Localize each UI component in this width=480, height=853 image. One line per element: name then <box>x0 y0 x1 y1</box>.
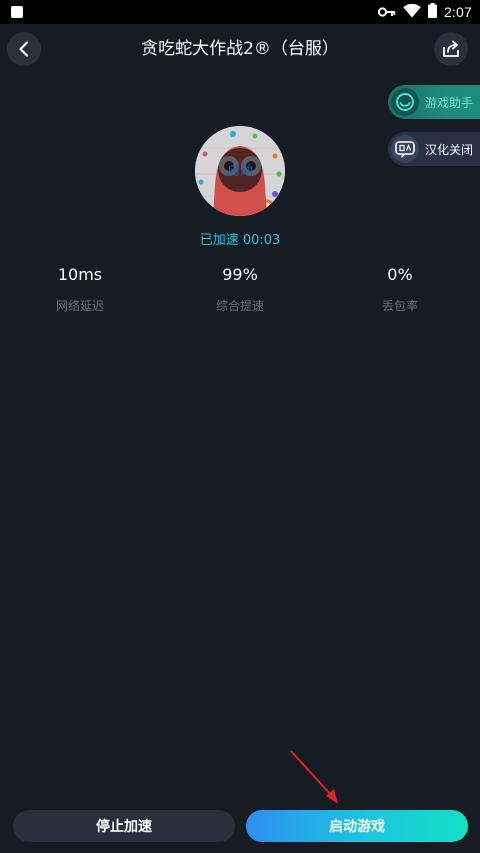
stat-network-latency: 10ms 网络延迟 <box>10 262 150 314</box>
launch-game-label: 启动游戏 <box>329 819 385 835</box>
share-icon <box>443 40 459 57</box>
share-button[interactable] <box>434 32 468 66</box>
acceleration-status: 已加速 00:03 <box>199 233 281 248</box>
app-screen: 2:07 贪吃蛇大作战2®（台服） 游戏助手 汉化关闭 启动 已加速 00:03… <box>0 0 480 853</box>
stat-packet-loss: 0% 丢包率 <box>330 262 470 314</box>
stat-speedup: 99% 综合提速 <box>170 262 310 314</box>
notification-square-icon <box>11 6 23 18</box>
stat-value: 0% <box>387 265 413 284</box>
wifi-icon <box>403 3 421 22</box>
stat-value: 10ms <box>57 265 103 284</box>
translate-icon <box>391 135 419 163</box>
chevron-left-icon <box>19 41 29 57</box>
assistant-icon <box>391 88 419 116</box>
stop-acceleration-button[interactable]: 停止加速 <box>13 810 235 842</box>
stat-label: 网络延迟 <box>55 299 104 313</box>
key-icon <box>377 3 396 22</box>
launch-overlay-label: 启动 <box>226 164 253 179</box>
stat-value: 99% <box>222 265 258 284</box>
launch-game-button[interactable]: 启动游戏 <box>246 810 468 842</box>
translation-toggle-button[interactable]: 汉化关闭 <box>388 132 480 166</box>
status-time: 2:07 <box>443 4 472 20</box>
page-title: 贪吃蛇大作战2®（台服） <box>141 39 339 59</box>
stop-acceleration-label: 停止加速 <box>96 819 152 835</box>
battery-icon <box>427 2 437 22</box>
translate-label: 汉化关闭 <box>425 142 474 157</box>
annotation-arrow-icon <box>290 750 338 804</box>
stat-label: 综合提速 <box>215 299 264 313</box>
assistant-label: 游戏助手 <box>425 95 474 110</box>
back-button[interactable] <box>7 32 41 66</box>
stat-label: 丢包率 <box>381 299 418 313</box>
status-bar: 2:07 <box>0 0 480 24</box>
game-assistant-button[interactable]: 游戏助手 <box>388 85 480 119</box>
status-icons: 2:07 <box>377 0 472 24</box>
